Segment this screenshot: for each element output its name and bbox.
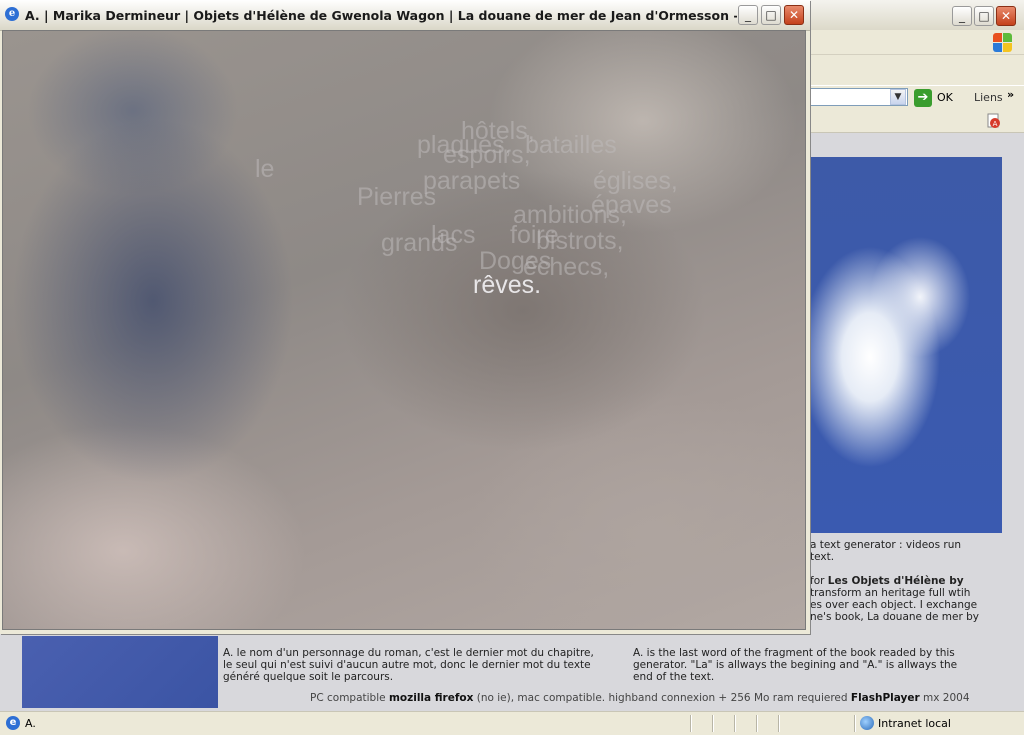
close-icon: ✕ <box>1000 9 1012 23</box>
status-separator <box>734 715 736 732</box>
generated-word: parapets <box>423 167 521 195</box>
background-minimize-button[interactable]: _ <box>952 6 972 26</box>
generated-word-current: rêves. <box>473 271 542 299</box>
right-text-line: text. <box>810 551 835 563</box>
minimize-icon: _ <box>745 8 751 22</box>
generated-word: Pierres <box>357 183 437 211</box>
generated-word: épaves <box>591 191 672 219</box>
statusbar: e A. Intranet local <box>0 711 1024 735</box>
book-title-link[interactable]: Les Objets d'Hélène by <box>828 575 964 587</box>
footer-french-text: A. le nom d'un personnage du roman, c'es… <box>223 647 594 683</box>
status-separator <box>778 715 780 732</box>
go-button[interactable]: ➔ OK <box>914 88 958 108</box>
status-text: A. <box>25 717 36 730</box>
windows-flag-icon <box>992 32 1012 52</box>
popup-close-button[interactable]: ✕ <box>784 5 804 25</box>
background-close-button[interactable]: ✕ <box>996 6 1016 26</box>
popup-minimize-button[interactable]: _ <box>738 5 758 25</box>
intranet-globe-icon <box>860 716 874 730</box>
ie-icon: e <box>6 716 20 730</box>
right-text-line: transform an heritage full wtih <box>810 587 971 599</box>
popup-titlebar[interactable]: e A. | Marika Dermineur | Objets d'Hélèn… <box>0 0 810 31</box>
right-text-line: ne's book, La douane de mer by <box>810 611 980 623</box>
security-zone-label: Intranet local <box>878 717 951 730</box>
status-separator <box>712 715 714 732</box>
right-text-line: es over each object. I exchange <box>810 599 978 611</box>
popup-window: e A. | Marika Dermineur | Objets d'Hélèn… <box>0 0 810 634</box>
generated-word: grands <box>381 229 458 257</box>
minimize-icon: _ <box>959 9 965 23</box>
links-label[interactable]: Liens <box>974 91 1003 104</box>
status-separator <box>756 715 758 732</box>
background-maximize-button[interactable]: □ <box>974 6 994 26</box>
go-label: OK <box>937 91 953 104</box>
right-text-line: a text generator : videos run <box>810 539 962 551</box>
generated-word: le <box>255 155 275 183</box>
flashplayer-link[interactable]: FlashPlayer <box>851 692 920 704</box>
pdf-tool-icon[interactable]: A <box>986 113 1002 129</box>
right-text-line: for Les Objets d'Hélène by <box>810 575 964 587</box>
footer-english-text: A. is the last word of the fragment of t… <box>633 647 958 683</box>
address-dropdown-icon[interactable]: ▼ <box>890 89 906 105</box>
generated-word: espoirs, <box>443 141 531 169</box>
go-arrow-icon: ➔ <box>914 89 932 107</box>
maximize-icon: □ <box>978 9 990 23</box>
firefox-link[interactable]: mozilla firefox <box>389 692 473 704</box>
footer-video-thumbnail[interactable] <box>22 636 218 708</box>
status-separator <box>690 715 692 732</box>
popup-maximize-button[interactable]: □ <box>761 5 781 25</box>
popup-title: A. | Marika Dermineur | Objets d'Hélène … <box>25 8 737 23</box>
generated-word: batailles <box>525 131 617 159</box>
ie-icon: e <box>5 7 19 21</box>
close-icon: ✕ <box>788 8 800 22</box>
links-chevron-icon[interactable]: » <box>1007 88 1014 101</box>
status-separator <box>854 715 856 732</box>
svg-text:A: A <box>993 120 998 128</box>
text-generator-stage[interactable]: hôtels, plaques, batailles espoirs, le p… <box>2 30 806 630</box>
maximize-icon: □ <box>765 8 777 22</box>
compatibility-note: PC compatible mozilla firefox (no ie), m… <box>310 692 970 704</box>
cloud-video-thumbnail[interactable] <box>810 157 1002 533</box>
